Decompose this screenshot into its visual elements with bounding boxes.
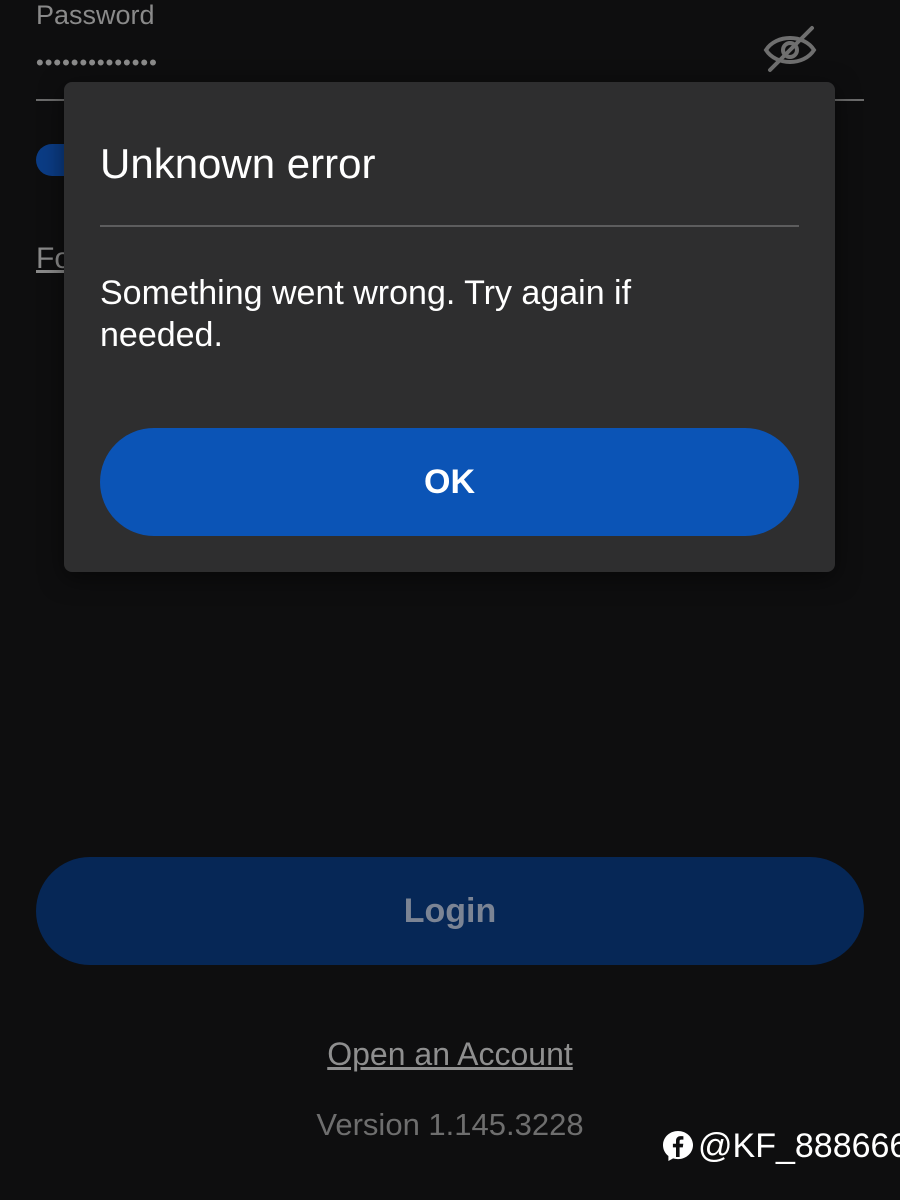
- password-field[interactable]: ••••••••••••••: [36, 52, 158, 74]
- forgot-password-link[interactable]: Fo: [36, 242, 66, 276]
- login-screen: Password •••••••••••••• Fo Login Open an…: [0, 0, 900, 1200]
- dialog-divider: [100, 225, 799, 227]
- error-dialog: Unknown error Something went wrong. Try …: [64, 82, 835, 572]
- open-account-link[interactable]: Open an Account: [327, 1036, 573, 1072]
- open-account-row: Open an Account: [0, 1036, 900, 1073]
- dialog-title: Unknown error: [100, 140, 376, 187]
- login-button[interactable]: Login: [36, 857, 864, 965]
- ok-button[interactable]: OK: [100, 428, 799, 536]
- watermark: @KF_888666: [662, 1124, 900, 1168]
- watermark-handle: @KF_888666: [698, 1126, 900, 1165]
- facebook-icon: [663, 1131, 693, 1161]
- eye-off-icon[interactable]: [760, 20, 820, 76]
- dialog-message: Something went wrong. Try again if neede…: [100, 274, 632, 354]
- password-label: Password: [36, 0, 155, 30]
